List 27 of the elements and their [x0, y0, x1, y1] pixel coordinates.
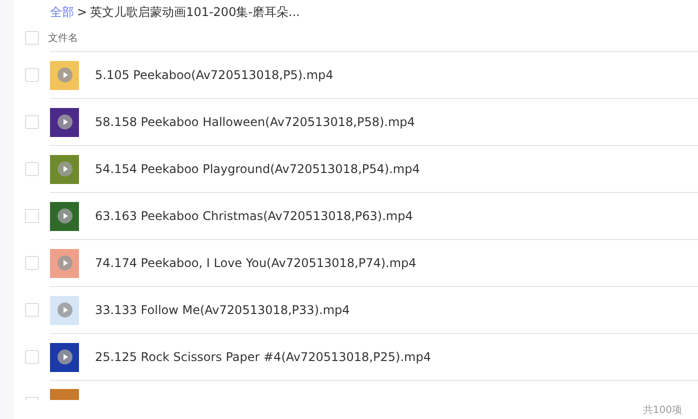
- file-name[interactable]: 25.125 Rock Scissors Paper #4(Av720513018,P25).mp4: [95, 350, 431, 364]
- file-name[interactable]: 5.105 Peekaboo(Av720513018,P5).mp4: [95, 68, 334, 82]
- row-checkbox[interactable]: [25, 350, 39, 364]
- file-name[interactable]: 58.158 Peekaboo Halloween(Av720513018,P58).mp4: [95, 115, 415, 129]
- row-checkbox[interactable]: [25, 256, 39, 270]
- row-checkbox[interactable]: [25, 68, 39, 82]
- row-checkbox[interactable]: [25, 162, 39, 176]
- play-icon: [56, 67, 72, 83]
- play-icon: [56, 208, 72, 224]
- play-icon: [56, 161, 72, 177]
- play-icon: [56, 255, 72, 271]
- row-checkbox[interactable]: [25, 209, 39, 223]
- breadcrumb-separator: >: [77, 5, 88, 19]
- file-name[interactable]: 33.133 Follow Me(Av720513018,P33).mp4: [95, 303, 350, 317]
- item-count: 共100项: [642, 404, 682, 416]
- play-icon: [56, 349, 72, 365]
- file-name[interactable]: 74.174 Peekaboo, I Love You(Av720513018,P74).mp4: [95, 256, 416, 270]
- breadcrumb-link[interactable]: 全部: [50, 4, 74, 20]
- column-header[interactable]: 文件名: [48, 30, 78, 44]
- row-checkbox[interactable]: [25, 115, 39, 129]
- file-name[interactable]: 54.154 Peekaboo Playground(Av720513018,P54).mp4: [95, 162, 420, 176]
- select-all-checkbox[interactable]: [25, 30, 39, 44]
- file-name[interactable]: 63.163 Peekaboo Christmas(Av720513018,P63).mp4: [95, 209, 413, 223]
- row-checkbox[interactable]: [25, 303, 39, 317]
- play-icon: [56, 114, 72, 130]
- breadcrumb-current: 英文儿歌启蒙动画101-200集-磨耳朵...: [90, 4, 300, 20]
- play-icon: [56, 302, 72, 318]
